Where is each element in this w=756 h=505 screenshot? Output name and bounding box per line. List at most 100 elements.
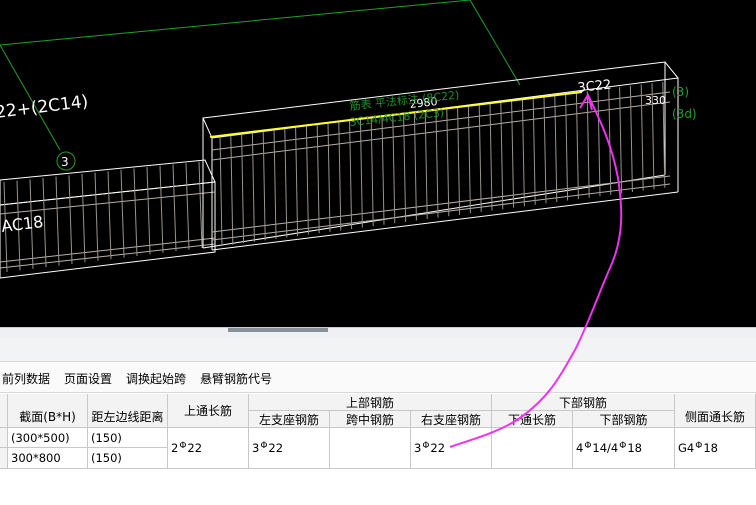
stirrup [251,132,255,242]
stirrup [532,97,536,205]
stirrup [94,172,99,261]
stirrup [435,109,439,218]
cell-distance[interactable]: (150) [88,448,168,469]
stirrup [478,104,482,212]
beam-rebar-table: 截面(B*H) 距左边线距离 上通长筋 上部钢筋 下部钢筋 侧面通长筋 左支座钢… [0,394,756,505]
toolbar-cantilever-code[interactable]: 悬臂钢筋代号 [200,370,272,387]
rebar-diameter: 18 [703,441,718,455]
stirrup [629,85,633,193]
stirrup [305,125,309,235]
header-top-left: 左支座钢筋 [249,411,330,428]
steel-grade-icon: Φ [619,441,627,451]
lower-beam-note: AC18 [0,212,44,236]
splitter-handle[interactable] [228,328,328,332]
header-bottom-rebar: 下部钢筋 [573,411,675,428]
cell-side[interactable]: G4 Φ 18 [675,428,756,469]
stirrup [295,126,299,237]
rebar-count: 2 [171,441,179,455]
rebar-diameter: 22 [430,441,446,455]
row-header-corner [0,394,8,428]
cad-viewport[interactable]: 22+(2C14) 3 AC18 2980 筋表 平法标注 (8C22) 3C1… [0,0,756,327]
stirrup [619,87,623,194]
stirrup [381,116,385,225]
toolbar-copy-row-data[interactable]: 前列数据 [2,370,50,387]
header-bottom-through: 下通长筋 [492,411,573,428]
stirrup [185,163,190,250]
header-distance: 距左边线距离 [88,394,168,428]
stirrup [219,135,223,247]
stirrup [597,89,601,197]
right-rebar-note: 3C22 [577,78,612,96]
side-prefix: G4 [678,441,695,455]
stirrup [521,99,525,207]
stirrup [467,105,471,214]
panel-header-band [0,337,756,362]
axis-line [469,0,521,86]
rebar-count: 4 [576,441,584,455]
stirrup [198,161,203,249]
right-green-label-1: (3) [672,85,689,99]
steel-grade-icon: Φ [179,441,187,451]
stirrup [370,117,374,227]
header-top-through: 上通长筋 [168,394,249,428]
row-header[interactable] [0,428,8,448]
stirrup [349,120,353,229]
stirrup [392,114,396,224]
stirrup [511,100,515,208]
rebar-diameter: 22 [268,441,284,455]
stirrup [640,84,644,191]
stirrup [565,93,569,201]
beam-3d-drawing: 22+(2C14) 3 AC18 2980 筋表 平法标注 (8C22) 3C1… [0,0,697,279]
toolbar-swap-start-span[interactable]: 调换起始跨 [126,370,186,387]
stirrup [543,96,547,204]
stirrup [284,128,288,238]
stirrup [424,110,428,220]
stirrup [68,175,73,265]
rebar-count: 3 [414,441,422,455]
steel-grade-icon: Φ [422,441,430,451]
grid-toolbar: 前列数据 页面设置 调换起始跨 悬臂钢筋代号 [0,362,756,393]
cell-top-left[interactable]: 3 Φ 22 [249,428,330,469]
cell-distance[interactable]: (150) [88,428,168,448]
stirrup [327,122,331,232]
header-top-mid: 跨中钢筋 [330,411,411,428]
stirrup [457,106,461,215]
steel-grade-icon: Φ [695,441,703,451]
stirrup [159,165,164,253]
cell-section[interactable]: (300*500) [8,428,88,448]
rebar-count: 3 [252,441,260,455]
header-top-right: 右支座钢筋 [411,411,492,428]
stirrup [107,171,112,260]
cell-bottom-rebar[interactable]: 4 Φ 14/4 Φ 18 [573,428,675,469]
header-bottom-group: 下部钢筋 [492,394,675,411]
stirrup [55,176,60,266]
header-side: 侧面通长筋 [675,394,756,428]
right-dimension: 330 [645,94,666,107]
stirrup [172,164,177,252]
rebar-diameter: 18 [627,441,642,455]
toolbar-page-setup[interactable]: 页面设置 [64,370,112,387]
stirrup [338,121,342,231]
stirrup [446,108,450,217]
cell-top-mid[interactable] [330,428,411,469]
stirrup [133,168,138,257]
stirrup [575,92,579,200]
stirrup [359,118,363,228]
stirrup [241,133,245,244]
stirrup [403,113,407,222]
stirrup [42,177,47,268]
cell-top-right[interactable]: 3 Φ 22 [411,428,492,469]
stirrup [489,102,493,211]
rebar-diameter: 22 [187,441,203,455]
axis-line [0,0,471,46]
stirrup [316,124,320,234]
steel-grade-icon: Φ [584,441,592,451]
cell-bottom-through[interactable] [492,428,573,469]
beam-rebar-note: 22+(2C14) [0,92,89,123]
cell-top-through[interactable]: 2 Φ 22 [168,428,249,469]
row-header[interactable] [0,448,8,469]
stirrup [500,101,504,210]
cell-section[interactable]: 300*800 [8,448,88,469]
stirrup [230,134,234,245]
stirrup [586,91,590,198]
